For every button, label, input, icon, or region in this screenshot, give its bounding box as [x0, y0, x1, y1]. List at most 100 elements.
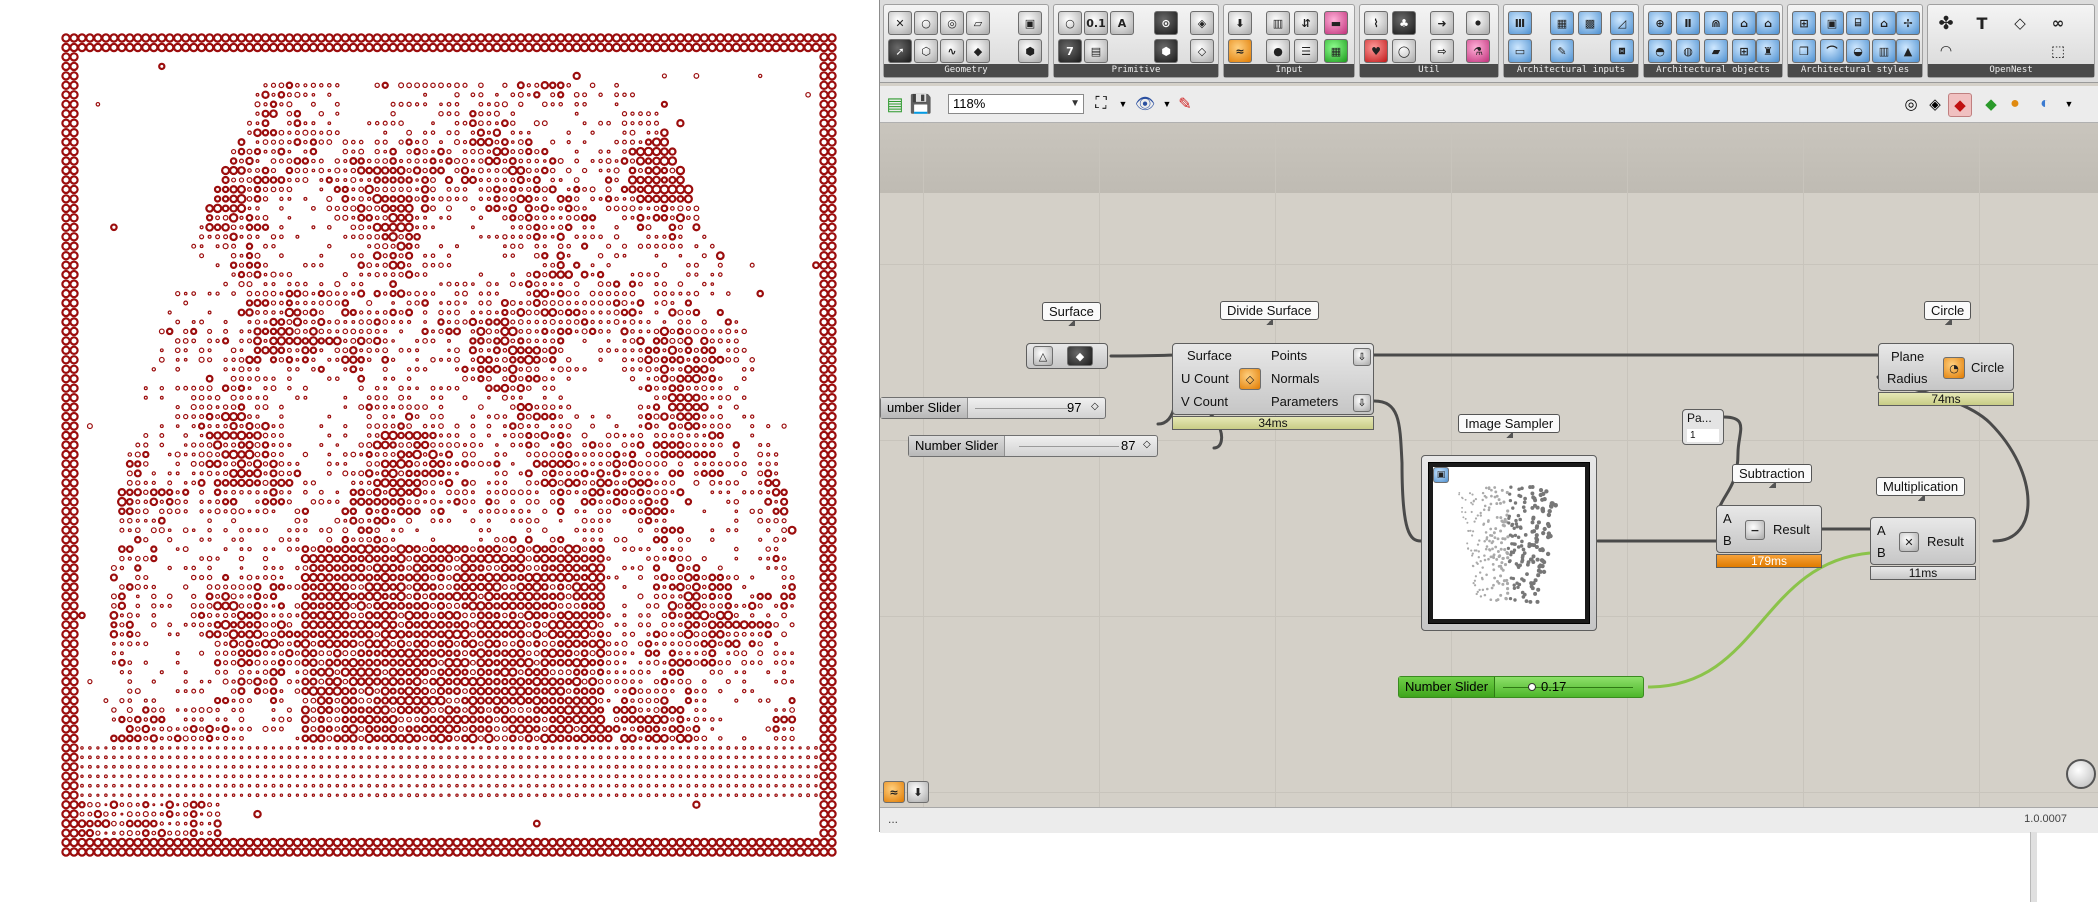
preview-circle [112, 774, 116, 779]
preview-circle [287, 196, 292, 201]
preview-circle [398, 612, 405, 619]
preview-circle [215, 291, 220, 296]
preview-circle [707, 42, 718, 53]
preview-circle [77, 42, 87, 53]
preview-circle [819, 553, 829, 564]
preview-circle [428, 630, 438, 639]
preview-circle [766, 670, 771, 675]
preview-circle [629, 319, 636, 325]
preview-circle [644, 138, 653, 146]
preview-circle [126, 706, 133, 714]
preview-circle [798, 793, 802, 798]
preview-circle [827, 99, 837, 110]
preview-circle [557, 158, 564, 164]
preview-circle [383, 376, 388, 381]
preview-circle [391, 793, 395, 798]
preview-circle [61, 222, 71, 232]
preview-circle [502, 215, 508, 221]
preview-circle [582, 102, 587, 107]
preview-circle [678, 253, 683, 258]
preview-circle [255, 215, 260, 221]
preview-circle [454, 555, 460, 562]
preview-circle [692, 725, 701, 733]
preview-circle [758, 783, 763, 788]
preview-circle [726, 528, 731, 533]
preview-circle [333, 554, 342, 563]
preview-circle [502, 186, 508, 192]
preview-circle [470, 461, 476, 467]
preview-circle [827, 658, 837, 668]
preview-circle [438, 413, 444, 420]
preview-circle [413, 469, 421, 478]
preview-circle [564, 620, 573, 630]
preview-circle [437, 545, 446, 554]
preview-circle [652, 337, 661, 345]
preview-circle [622, 452, 627, 457]
preview-circle [549, 167, 556, 174]
preview-circle [565, 688, 572, 694]
preview-circle [580, 668, 589, 676]
preview-circle [310, 707, 317, 713]
preview-circle [431, 746, 435, 750]
preview-circle [215, 717, 220, 722]
preview-circle [269, 128, 278, 137]
preview-circle [412, 33, 422, 43]
preview-circle [270, 726, 277, 732]
preview-circle [316, 572, 326, 583]
preview-circle [710, 385, 715, 391]
preview-circle [61, 582, 71, 592]
preview-circle [366, 413, 372, 420]
preview-circle [135, 641, 140, 646]
preview-circle [279, 783, 284, 788]
preview-circle [61, 336, 71, 346]
preview-circle [548, 33, 558, 43]
preview-circle [350, 602, 357, 609]
preview-circle [180, 42, 191, 53]
preview-circle [439, 215, 443, 220]
preview-circle [517, 214, 524, 221]
preview-circle [622, 197, 627, 201]
preview-circle [340, 620, 350, 630]
preview-circle [327, 414, 332, 419]
preview-circle [324, 553, 335, 564]
preview-circle [396, 544, 406, 554]
preview-circle [230, 688, 237, 694]
preview-circle [660, 677, 669, 686]
preview-circle [172, 42, 183, 53]
preview-circle [637, 697, 644, 704]
preview-circle [381, 176, 389, 184]
preview-circle [819, 213, 829, 223]
preview-circle [508, 355, 517, 364]
preview-circle [541, 451, 548, 458]
preview-circle [69, 639, 79, 649]
preview-circle [702, 774, 707, 779]
preview-circle [708, 658, 717, 667]
preview-circle [731, 33, 742, 43]
preview-circle [535, 765, 539, 769]
preview-circle [541, 251, 549, 260]
preview-circle [827, 33, 837, 43]
preview-circle [621, 291, 628, 297]
preview-circle [431, 793, 435, 797]
preview-circle [454, 356, 460, 363]
preview-circle [348, 657, 359, 668]
preview-circle [429, 602, 437, 609]
preview-circle [341, 194, 350, 203]
preview-circle [69, 165, 79, 176]
preview-circle [652, 725, 661, 733]
preview-circle [231, 736, 236, 741]
preview-circle [827, 648, 837, 658]
rhino-viewport[interactable] [0, 0, 878, 902]
preview-circle [595, 42, 606, 53]
preview-circle [789, 575, 795, 580]
preview-circle [486, 461, 492, 467]
preview-circle [773, 650, 779, 656]
preview-circle [486, 168, 492, 173]
preview-circle [502, 755, 507, 760]
preview-circle [391, 339, 395, 343]
preview-circle [628, 687, 637, 696]
preview-circle [694, 707, 699, 713]
preview-circle [548, 185, 557, 194]
preview-circle [469, 337, 477, 345]
preview-circle [101, 33, 111, 43]
